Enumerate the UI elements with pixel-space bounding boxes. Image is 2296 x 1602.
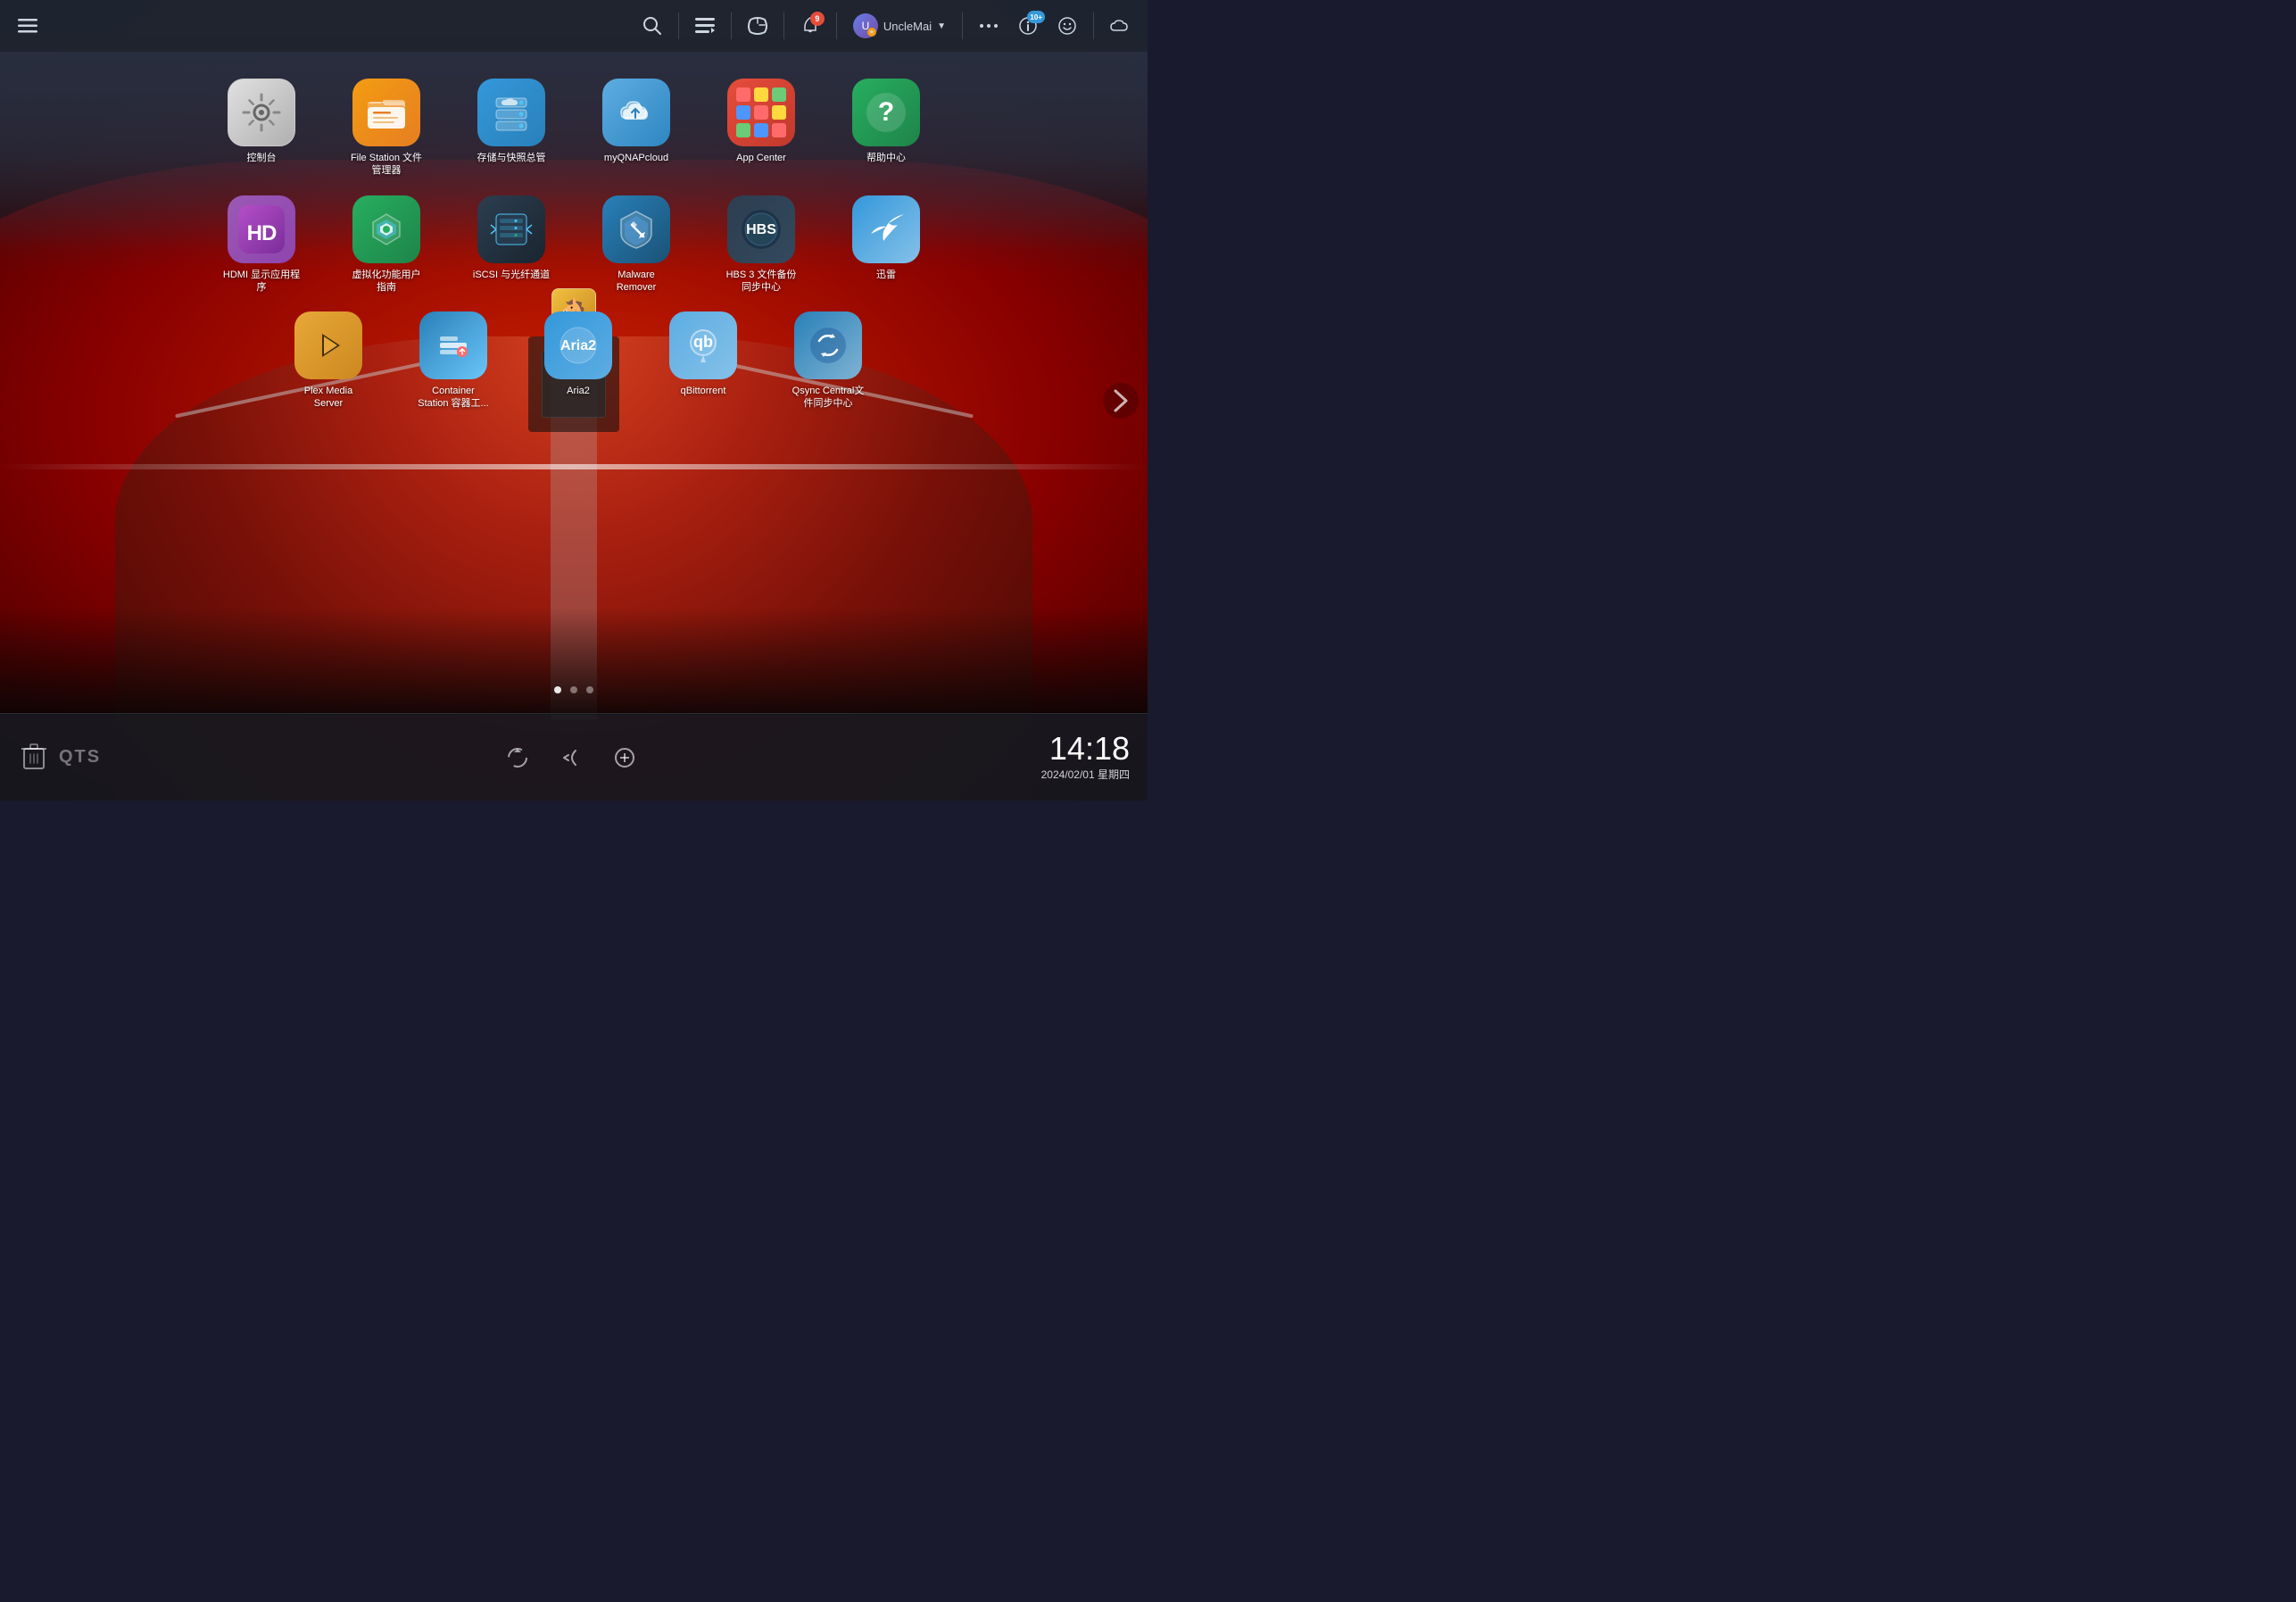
svg-text:?: ? <box>878 97 894 127</box>
storage-label: 存储与快照总管 <box>477 152 546 164</box>
iscsi-label: iSCSI 与光纤通道 <box>473 269 550 281</box>
user-star-badge: ★ <box>867 28 876 37</box>
desktop: 控制台 控制台 <box>0 52 1148 711</box>
app-hbs[interactable]: HBS HBS 3 文件备份同步中心 <box>717 195 806 295</box>
qts-logo: QTS <box>59 747 101 768</box>
taskbar-left: QTS <box>18 740 101 776</box>
screen-icon[interactable] <box>741 9 775 43</box>
taskbar-center <box>500 740 642 776</box>
separator6 <box>1093 12 1094 39</box>
separator <box>678 12 679 39</box>
separator5 <box>962 12 963 39</box>
topbar: 9 U ★ UncleMai ▼ 10+ <box>0 0 1148 52</box>
taskbar-btn-back[interactable] <box>553 740 589 776</box>
qbit-icon-img: qb <box>669 311 737 379</box>
help-icon-img: ? <box>852 79 920 146</box>
plex-label: Plex MediaServer <box>304 385 352 411</box>
app-qbit[interactable]: qb qBittorrent <box>659 311 748 397</box>
app-iscsi[interactable]: iSCSI 与光纤通道 <box>467 195 556 281</box>
cloud-icon[interactable] <box>1103 9 1137 43</box>
taskbar-btn-refresh[interactable] <box>500 740 535 776</box>
app-aria2[interactable]: Aria2 Aria2 <box>534 311 623 397</box>
app-settings[interactable]: 控制台 控制台 <box>217 79 306 164</box>
separator3 <box>783 12 784 39</box>
app-virt[interactable]: 虚拟化功能用户指南 <box>342 195 431 295</box>
settings-icon-img: 控制台 <box>228 79 295 146</box>
virt-label: 虚拟化功能用户指南 <box>352 269 421 295</box>
page-dot-1[interactable] <box>554 686 561 693</box>
storage-icon-img <box>477 79 545 146</box>
username-label: UncleMai <box>883 20 932 33</box>
myqnap-label: myQNAPcloud <box>604 152 668 164</box>
app-malware[interactable]: MalwareRemover <box>592 195 681 295</box>
thunder-icon-img <box>852 195 920 263</box>
svg-text:Aria2: Aria2 <box>560 338 596 353</box>
help-label: 帮助中心 <box>866 152 906 164</box>
app-appcenter[interactable]: App Center <box>717 79 806 164</box>
aria2-label: Aria2 <box>567 385 590 397</box>
app-qsync[interactable]: Qsync Central文件同步中心 <box>783 311 873 411</box>
taskbar-right: 14:18 2024/02/01 星期四 <box>1041 733 1130 782</box>
info-icon[interactable]: 10+ <box>1011 9 1045 43</box>
app-storage[interactable]: 存储与快照总管 <box>467 79 556 164</box>
notification-badge: 9 <box>810 12 825 26</box>
qsync-label: Qsync Central文件同步中心 <box>792 385 865 411</box>
settings-label: 控制台 <box>247 152 277 164</box>
app-container[interactable]: ContainerStation 容器工... <box>409 311 498 411</box>
separator2 <box>731 12 732 39</box>
user-dropdown-arrow: ▼ <box>937 21 946 31</box>
icon-row-1: 控制台 控制台 <box>54 79 1094 178</box>
filestation-icon-img <box>352 79 420 146</box>
virt-icon-img <box>352 195 420 263</box>
svg-text:qb: qb <box>693 333 713 351</box>
app-hdmi[interactable]: HD HDMI 显示应用程序 <box>217 195 306 295</box>
malware-label: MalwareRemover <box>617 269 657 295</box>
search-icon[interactable] <box>635 9 669 43</box>
trash-icon[interactable] <box>18 740 50 772</box>
filestation-label: File Station 文件管理器 <box>351 152 422 178</box>
container-icon-img <box>419 311 487 379</box>
app-plex[interactable]: Plex MediaServer <box>284 311 373 411</box>
hdmi-icon-img: HD <box>228 195 295 263</box>
iscsi-icon-img <box>477 195 545 263</box>
plex-icon-img <box>294 311 362 379</box>
info-badge: 10+ <box>1027 11 1045 23</box>
taskbar: QTS 14:18 2024/02/01 星期四 <box>0 713 1148 801</box>
hbs-label: HBS 3 文件备份同步中心 <box>726 269 797 295</box>
aria2-icon-img: Aria2 <box>544 311 612 379</box>
container-label: ContainerStation 容器工... <box>418 385 488 411</box>
appcenter-label: App Center <box>736 152 786 164</box>
user-menu[interactable]: U ★ UncleMai ▼ <box>846 10 953 42</box>
appcenter-icon-img <box>727 79 795 146</box>
right-arrow[interactable] <box>1103 383 1139 419</box>
app-filestation[interactable]: File Station 文件管理器 <box>342 79 431 178</box>
page-dot-2[interactable] <box>570 686 577 693</box>
pagination-dots <box>554 686 593 693</box>
clock: 14:18 <box>1049 733 1130 765</box>
smiley-icon[interactable] <box>1050 9 1084 43</box>
thunder-label: 迅雷 <box>876 269 896 281</box>
taskbar-btn-menu[interactable] <box>607 740 642 776</box>
hbs-icon-img: HBS <box>727 195 795 263</box>
separator4 <box>836 12 837 39</box>
app-help[interactable]: ? 帮助中心 <box>841 79 931 164</box>
notification-icon[interactable]: 9 <box>793 9 827 43</box>
icon-row-3: Plex MediaServer ContainerStation 容器工... <box>54 311 1094 411</box>
date-string: 2024/02/01 星期四 <box>1041 767 1130 782</box>
malware-icon-img <box>602 195 670 263</box>
page-dot-3[interactable] <box>586 686 593 693</box>
more-options-icon[interactable] <box>972 9 1006 43</box>
qsync-icon-img <box>794 311 862 379</box>
app-myqnap[interactable]: myQNAPcloud <box>592 79 681 164</box>
menu-icon[interactable] <box>11 9 45 43</box>
media-icon[interactable] <box>688 9 722 43</box>
hdmi-label: HDMI 显示应用程序 <box>223 269 300 295</box>
svg-text:HBS: HBS <box>746 222 776 237</box>
app-thunder[interactable]: 迅雷 <box>841 195 931 281</box>
myqnap-icon-img <box>602 79 670 146</box>
icon-row-2: HD HDMI 显示应用程序 虚拟化功能用户指南 <box>54 195 1094 295</box>
qbit-label: qBittorrent <box>681 385 726 397</box>
